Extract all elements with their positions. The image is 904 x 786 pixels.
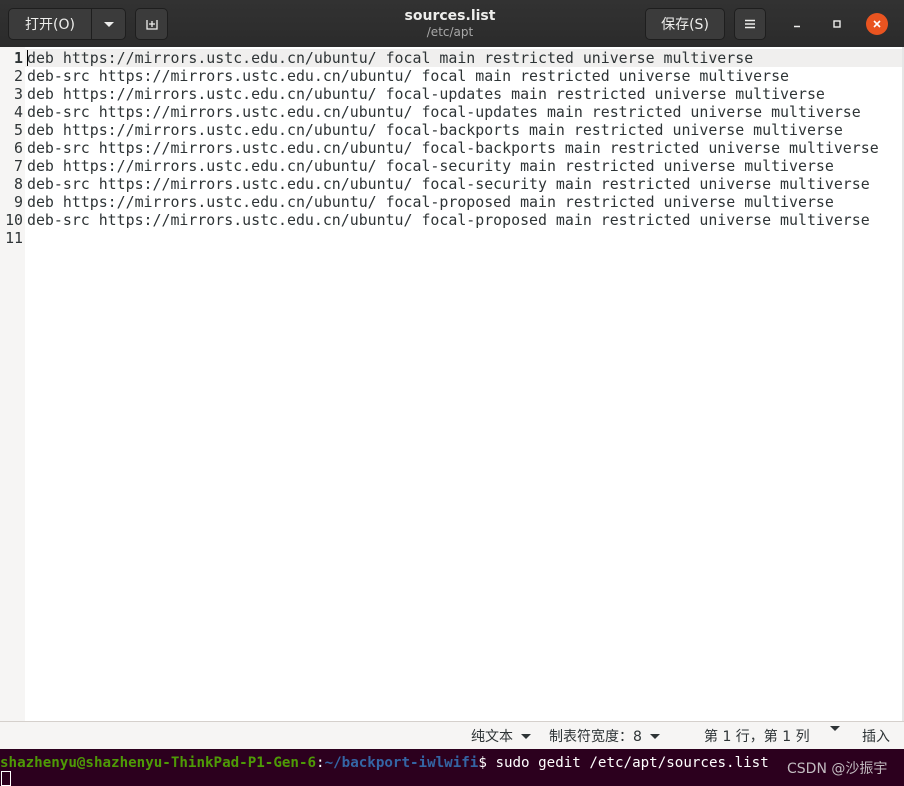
code-line[interactable]: deb-src https://mirrors.ustc.edu.cn/ubun…: [27, 211, 902, 229]
window-title: sources.list: [404, 8, 496, 24]
line-number: 2: [14, 67, 23, 85]
tab-width-selector[interactable]: 制表符宽度：8: [549, 726, 660, 746]
maximize-icon: [833, 20, 841, 28]
terminal-colon: :: [316, 755, 325, 771]
close-button[interactable]: [866, 13, 888, 35]
terminal-path: ~/backport-iwlwifi: [324, 755, 479, 771]
terminal-prompt: $: [478, 755, 496, 771]
language-label: 纯文本: [471, 729, 513, 745]
new-document-icon: [145, 20, 158, 30]
maximize-button[interactable]: [826, 13, 848, 35]
terminal-cursor: [1, 771, 11, 786]
line-number: 8: [14, 175, 23, 193]
close-icon: [873, 20, 881, 28]
cursor-position-label: 第 1 行，第 1 列: [704, 729, 810, 745]
hamburger-icon: [745, 19, 755, 29]
code-line[interactable]: deb-src https://mirrors.ustc.edu.cn/ubun…: [27, 103, 902, 121]
line-number: 3: [14, 85, 23, 103]
watermark: CSDN @沙振宇: [787, 761, 888, 777]
chevron-down-icon: [103, 21, 114, 27]
tab-width-label: 制表符宽度：8: [549, 729, 642, 745]
minimize-icon: [794, 25, 800, 28]
terminal-command: sudo gedit /etc/apt/sources.list: [495, 755, 769, 771]
menu-button[interactable]: [734, 8, 766, 40]
chevron-down-icon: [521, 733, 531, 739]
terminal-user-host: shazhenyu@shazhenyu-ThinkPad-P1-Gen-6: [0, 755, 317, 771]
header-bar: 打开(O) sources.list /etc/apt 保存(S): [0, 0, 904, 48]
line-number: 9: [14, 193, 23, 211]
open-button-label: 打开(O): [25, 17, 75, 33]
window-subtitle: /etc/apt: [426, 25, 474, 39]
insert-mode[interactable]: 插入: [862, 726, 890, 746]
code-line[interactable]: deb https://mirrors.ustc.edu.cn/ubuntu/ …: [27, 85, 902, 103]
text-editor[interactable]: 1 2 3 4 5 6 7 8 9 10 11 deb https://mirr…: [0, 47, 904, 721]
save-button-label: 保存(S): [661, 17, 709, 33]
line-number: 7: [14, 157, 23, 175]
insert-mode-label: 插入: [862, 729, 890, 745]
cursor-position[interactable]: 第 1 行，第 1 列: [704, 726, 810, 746]
code-line[interactable]: deb https://mirrors.ustc.edu.cn/ubuntu/ …: [27, 193, 902, 211]
language-selector[interactable]: 纯文本: [471, 726, 531, 746]
line-number: 6: [14, 139, 23, 157]
code-line[interactable]: deb https://mirrors.ustc.edu.cn/ubuntu/ …: [27, 157, 902, 175]
line-number-gutter: 1 2 3 4 5 6 7 8 9 10 11: [0, 47, 25, 721]
line-number: 1: [14, 49, 23, 67]
line-number: 4: [14, 103, 23, 121]
open-menu-button[interactable]: [91, 8, 126, 40]
position-menu-button[interactable]: [830, 726, 840, 731]
code-line[interactable]: deb-src https://mirrors.ustc.edu.cn/ubun…: [27, 139, 902, 157]
chevron-down-icon: [830, 726, 840, 731]
terminal-command-line: shazhenyu@shazhenyu-ThinkPad-P1-Gen-6:~/…: [0, 753, 769, 773]
line-number: 10: [5, 211, 23, 229]
new-tab-button[interactable]: [135, 8, 168, 40]
code-line[interactable]: deb https://mirrors.ustc.edu.cn/ubuntu/ …: [27, 121, 902, 139]
save-button[interactable]: 保存(S): [645, 8, 725, 40]
open-button[interactable]: 打开(O): [8, 8, 92, 40]
line-number: 11: [5, 229, 23, 247]
code-line[interactable]: deb-src https://mirrors.ustc.edu.cn/ubun…: [27, 175, 902, 193]
title-area: sources.list /etc/apt: [300, 7, 600, 40]
gedit-window: 打开(O) sources.list /etc/apt 保存(S) 1 2 3 …: [0, 0, 904, 749]
chevron-down-icon: [649, 733, 660, 739]
text-cursor: [27, 50, 28, 66]
status-bar: 纯文本 制表符宽度：8 第 1 行，第 1 列 插入: [0, 721, 904, 749]
code-line[interactable]: deb-src https://mirrors.ustc.edu.cn/ubun…: [27, 67, 902, 85]
minimize-button[interactable]: [786, 13, 808, 35]
line-number: 5: [14, 121, 23, 139]
code-line[interactable]: deb https://mirrors.ustc.edu.cn/ubuntu/ …: [27, 49, 902, 67]
